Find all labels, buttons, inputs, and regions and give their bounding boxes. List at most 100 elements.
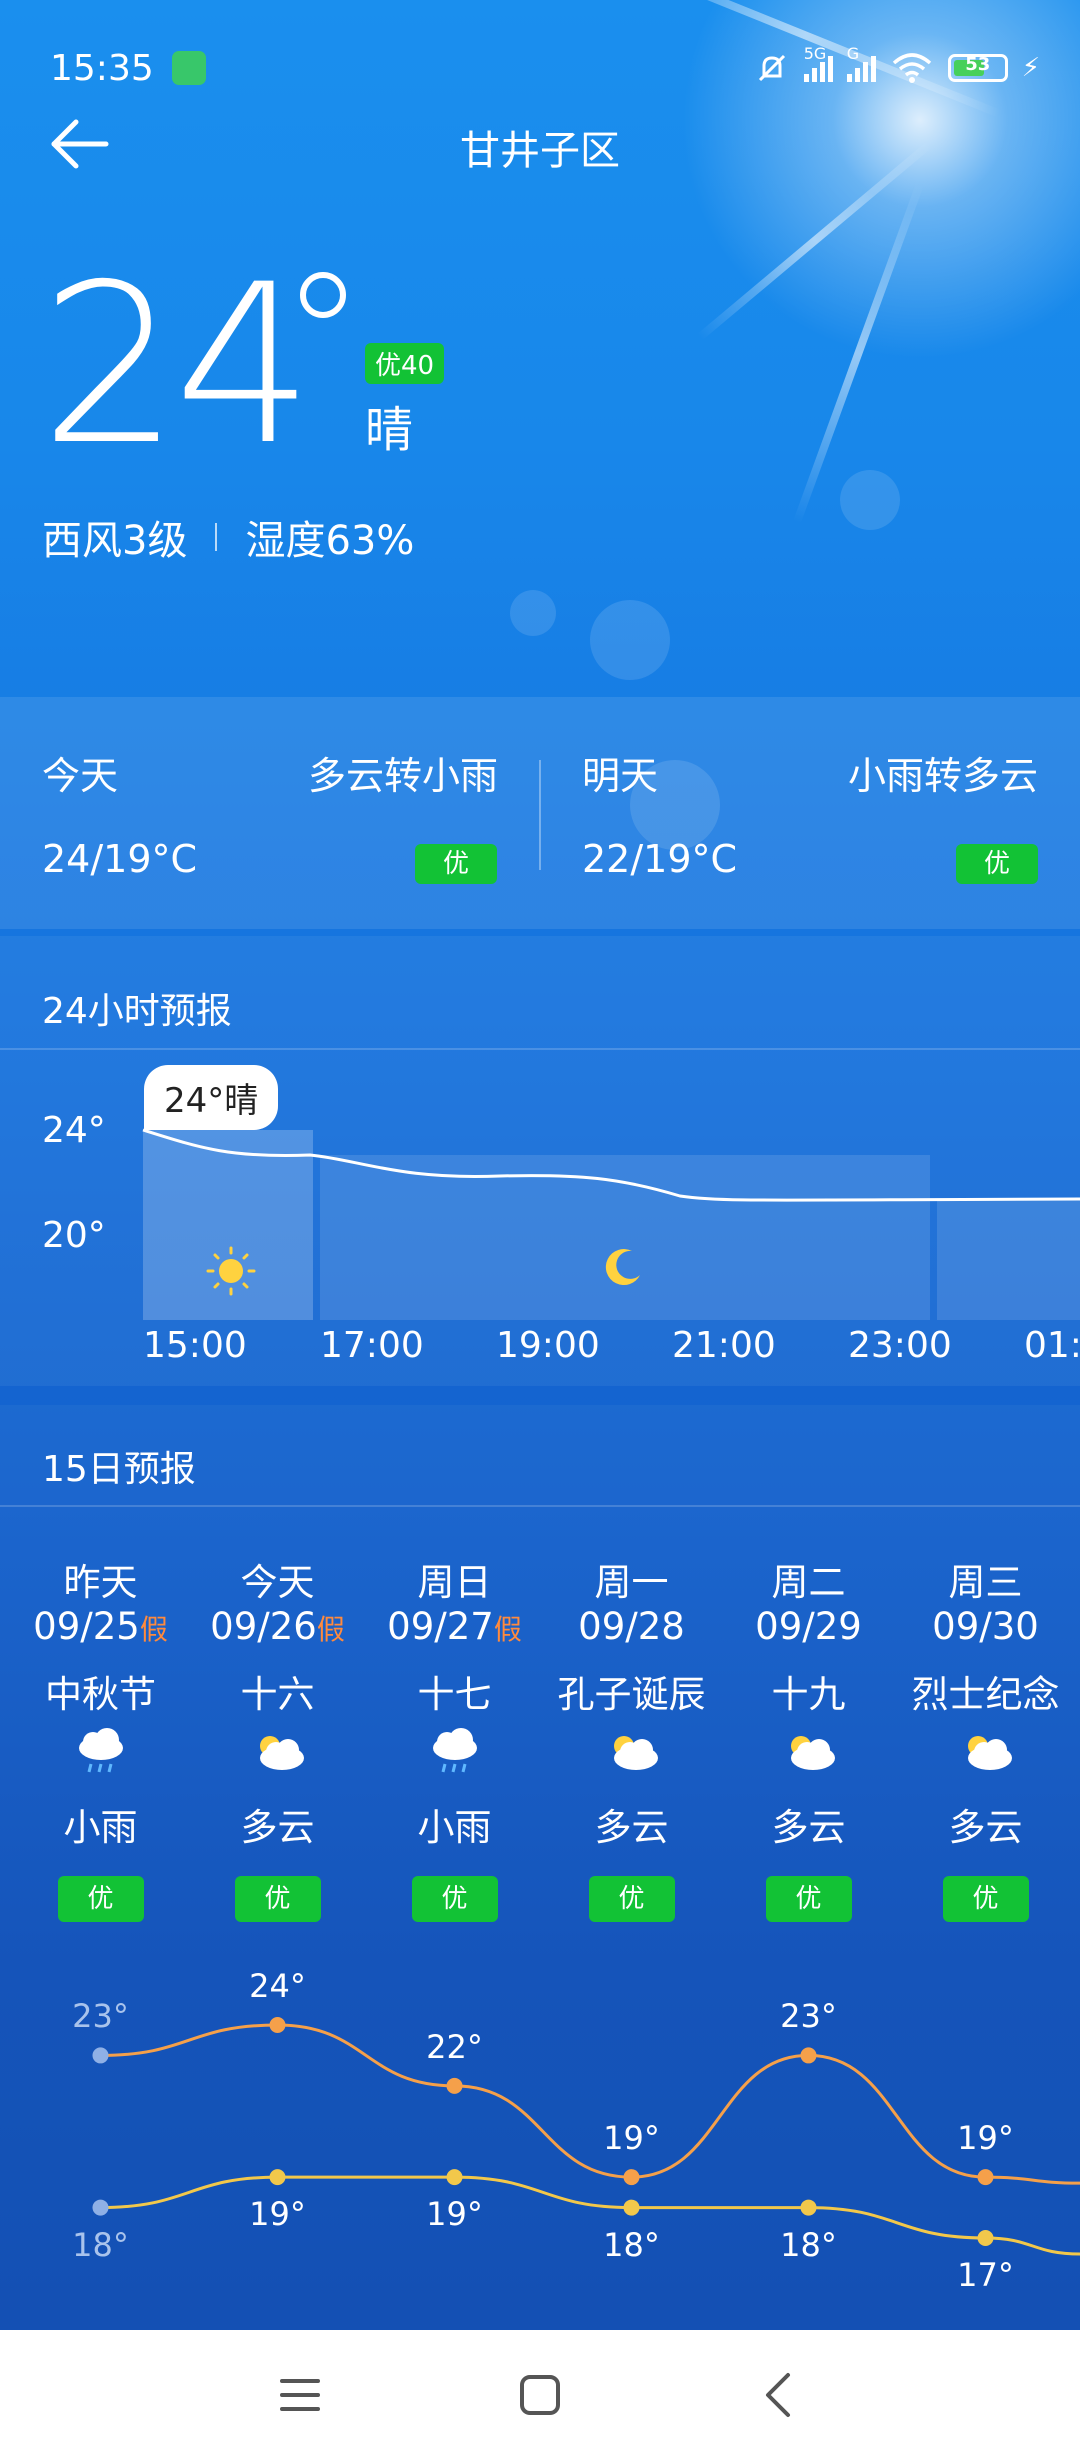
air-quality-badge: 优: [57, 1876, 144, 1922]
quality-row: 优: [897, 1876, 1074, 1922]
hour-bar: [320, 1155, 930, 1320]
quality-row: 优: [543, 1876, 720, 1922]
divider: [0, 1505, 1080, 1507]
today-card[interactable]: 今天 多云转小雨 24/19°C 优: [0, 697, 540, 929]
lunar-row: 孔子诞辰: [543, 1664, 720, 1718]
weather-icon-row: [897, 1728, 1074, 1782]
current-condition: 晴: [365, 402, 414, 458]
day-name-row: 周三: [897, 1552, 1074, 1606]
sun-cloud-icon: [259, 1736, 304, 1770]
day-date-row: 09/27假: [366, 1605, 543, 1648]
condition-row: 多云: [720, 1797, 897, 1851]
day-date: 09/26: [210, 1605, 317, 1648]
hour-label: 21:00: [672, 1325, 776, 1366]
condition-row: 小雨: [366, 1797, 543, 1851]
weather-page: 15:35 5G G 53 ⚡ 甘井子区 24 优40 晴 西风3级 湿度63%…: [0, 0, 1080, 2460]
weather-icon-row: [189, 1728, 366, 1782]
day-condition: 多云转小雨: [307, 754, 498, 798]
home-icon[interactable]: [510, 2365, 570, 2425]
low-temperature-point: [269, 2169, 286, 2186]
weather-icon-row: [543, 1728, 720, 1782]
y-axis-label: 24°: [42, 1110, 106, 1151]
high-temperature-point: [92, 2047, 109, 2064]
high-temperature-line: [100, 2023, 1080, 2185]
weather-icon-row: [12, 1728, 189, 1782]
quality-row: 优: [12, 1876, 189, 1922]
lunar-row: 烈士纪念: [897, 1664, 1074, 1718]
day-date: 09/27: [387, 1605, 494, 1648]
day-name: 周二: [771, 1561, 846, 1604]
high-temperature-label: 19°: [957, 2119, 1014, 2158]
status-bar: 15:35 5G G 53 ⚡: [50, 40, 1040, 96]
mute-bell-icon: [758, 54, 785, 82]
air-quality-badge: 优: [415, 844, 497, 884]
day-condition: 多云: [948, 1806, 1023, 1849]
lunar-row: 中秋节: [12, 1664, 189, 1718]
high-temperature-label: 23°: [72, 1997, 129, 2036]
low-temperature-label: 18°: [780, 2225, 837, 2264]
divider: [215, 523, 218, 551]
rain-cloud-icon: [432, 1728, 477, 1773]
day-name-row: 周二: [720, 1552, 897, 1606]
wind-info: 西风3级: [42, 518, 188, 564]
sun-cloud-icon: [790, 1736, 835, 1770]
quality-row: 优: [720, 1876, 897, 1922]
day-condition: 小雨: [63, 1806, 138, 1849]
charging-icon: ⚡: [1021, 53, 1040, 83]
low-temperature-label: 19°: [426, 2195, 483, 2234]
wind-humidity-line: 西风3级 湿度63%: [42, 508, 414, 566]
hour-label: 23:00: [848, 1325, 952, 1366]
quality-row: 优: [366, 1876, 543, 1922]
low-temperature-point: [800, 2199, 817, 2216]
degree-symbol: [300, 272, 346, 318]
system-navigation-bar: [0, 2330, 1080, 2460]
menu-icon[interactable]: [270, 2365, 330, 2425]
air-quality-badge: 优: [942, 1876, 1029, 1922]
status-icons: 5G G 53 ⚡: [754, 44, 1040, 86]
day-condition: 多云: [594, 1806, 669, 1849]
signal-5g-icon: 5G: [803, 44, 833, 82]
weather-icon-row: [366, 1728, 543, 1782]
day-date-row: 09/28: [543, 1605, 720, 1648]
humidity-info: 湿度63%: [245, 518, 415, 564]
day-date-row: 09/30: [897, 1605, 1074, 1648]
divider: [0, 1048, 1080, 1050]
high-temperature-label: 19°: [603, 2119, 660, 2158]
network-type-label: 5G: [803, 44, 827, 63]
lunar-date: 十九: [771, 1673, 846, 1716]
hour-tooltip: 24°晴: [144, 1065, 279, 1130]
status-time: 15:35: [50, 47, 154, 89]
high-temperature-label: 23°: [780, 1997, 837, 2036]
network-type-label: G: [846, 44, 860, 63]
tomorrow-card[interactable]: 明天 小雨转多云 22/19°C 优: [540, 697, 1080, 929]
day-condition: 多云: [240, 1806, 315, 1849]
day-name: 昨天: [63, 1561, 138, 1604]
hour-label: 17:00: [320, 1325, 424, 1366]
holiday-mark: 假: [139, 1613, 168, 1646]
hour-label: 19:00: [496, 1325, 600, 1366]
bokeh-decoration: [840, 470, 900, 530]
lunar-date: 十六: [240, 1673, 315, 1716]
aqi-badge[interactable]: 优40: [365, 343, 445, 384]
condition-row: 多云: [897, 1797, 1074, 1851]
high-temperature-point: [623, 2169, 640, 2186]
air-quality-badge: 优: [411, 1876, 498, 1922]
hour-label: 01:00: [1024, 1325, 1080, 1366]
day-name-row: 昨天: [12, 1552, 189, 1606]
y-axis-label: 20°: [42, 1215, 106, 1256]
low-temperature-point: [977, 2230, 994, 2246]
high-temperature-point: [800, 2047, 817, 2064]
sun-cloud-icon: [613, 1736, 658, 1770]
day-condition: 多云: [771, 1806, 846, 1849]
day-date: 09/28: [578, 1605, 685, 1648]
day-name-row: 今天: [189, 1552, 366, 1606]
hour-bar: [937, 1200, 1080, 1320]
lunar-row: 十九: [720, 1664, 897, 1718]
condition-row: 多云: [543, 1797, 720, 1851]
day-date: 09/25: [33, 1605, 140, 1648]
lunar-date: 中秋节: [45, 1673, 156, 1716]
battery-icon: 53: [947, 54, 1008, 82]
daily-temperature-chart: [92, 2017, 1080, 2256]
back-icon[interactable]: [750, 2365, 810, 2425]
day-temp-range: 22/19°C: [582, 837, 738, 881]
